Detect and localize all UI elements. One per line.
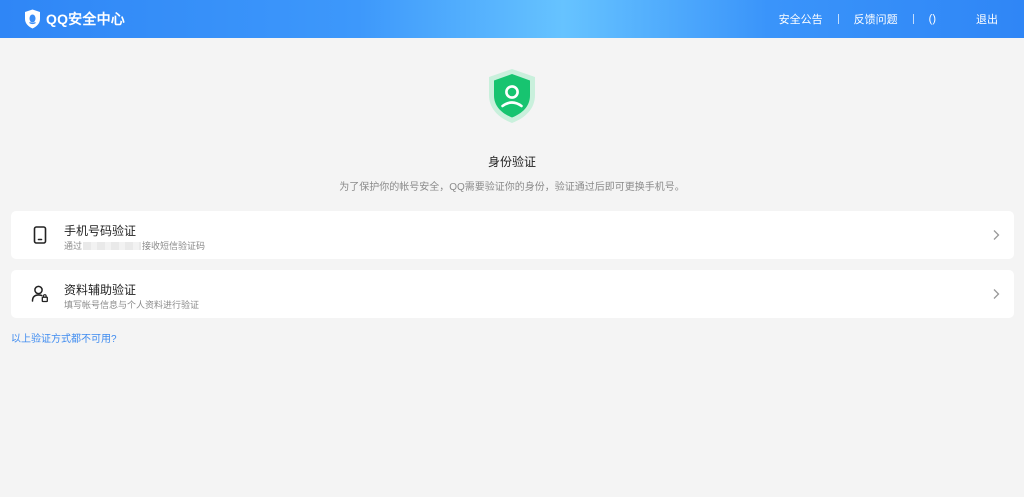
- chevron-right-icon: [993, 289, 1000, 299]
- nav-account[interactable]: (): [929, 13, 936, 25]
- no-method-available-link[interactable]: 以上验证方式都不可用?: [11, 330, 117, 345]
- user-profile-icon: [31, 285, 48, 303]
- chevron-right-icon: [993, 230, 1000, 240]
- qq-shield-icon: [25, 9, 40, 29]
- nav-security-notice[interactable]: 安全公告: [779, 11, 823, 27]
- shield-user-icon: [489, 69, 535, 123]
- option-subtitle: 通过 接收短信验证码: [64, 239, 205, 252]
- identity-verification-hero: 身份验证 为了保护你的帐号安全，QQ需要验证你的身份，验证通过后即可更换手机号。: [0, 68, 1024, 193]
- option-subtitle: 填写帐号信息与个人资料进行验证: [64, 300, 200, 310]
- subtitle-suffix: 接收短信验证码: [142, 241, 206, 251]
- nav-divider: [912, 14, 914, 24]
- page-description: 为了保护你的帐号安全，QQ需要验证你的身份，验证通过后即可更换手机号。: [339, 182, 685, 193]
- nav-divider: [837, 14, 839, 24]
- option-title: 资料辅助验证: [64, 283, 137, 297]
- brand-logo[interactable]: QQ安全中心: [24, 9, 125, 29]
- brand-name: QQ安全中心: [46, 11, 125, 27]
- phone-verification-option[interactable]: 手机号码验证 通过 接收短信验证码: [11, 211, 1014, 259]
- phone-icon: [33, 226, 47, 244]
- subtitle-prefix: 通过: [64, 241, 83, 251]
- nav-logout[interactable]: 退出: [976, 11, 998, 27]
- header-nav: 安全公告 反馈问题 () 退出: [779, 0, 998, 38]
- page-title: 身份验证: [487, 155, 536, 169]
- profile-verification-option[interactable]: 资料辅助验证 填写帐号信息与个人资料进行验证: [11, 270, 1014, 318]
- masked-phone-number: [83, 241, 142, 250]
- top-bar: QQ安全中心 安全公告 反馈问题 () 退出: [0, 0, 1024, 38]
- option-title: 手机号码验证: [64, 224, 137, 238]
- nav-feedback[interactable]: 反馈问题: [854, 11, 898, 27]
